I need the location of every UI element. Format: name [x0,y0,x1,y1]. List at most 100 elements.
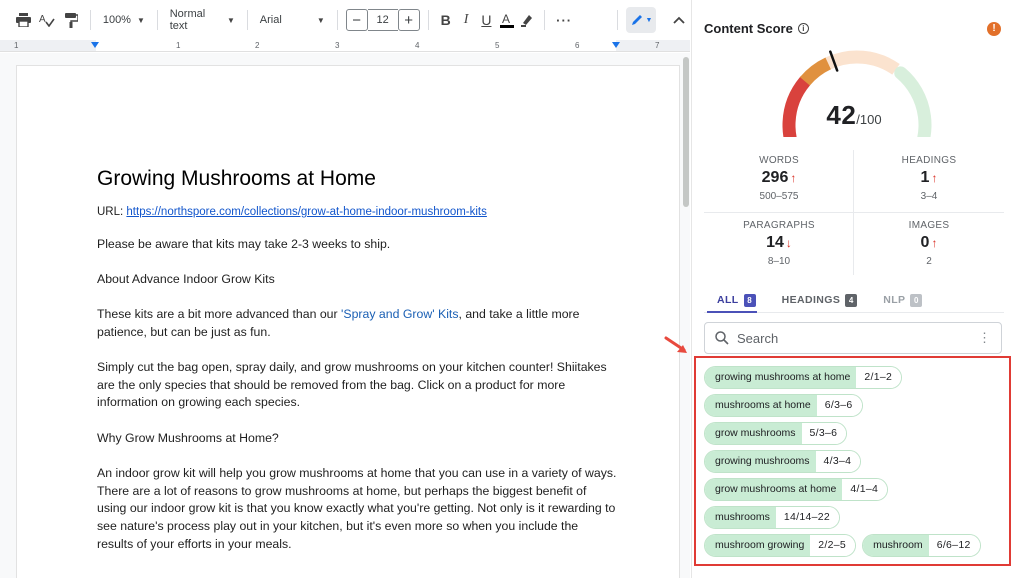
spellcheck-icon[interactable]: A [36,7,58,33]
toolbar-divider [156,10,158,30]
score-value: 42 [826,100,857,130]
keyword-count: 4/3–4 [815,451,861,472]
stat-value: 14 ↓ [704,234,854,252]
ruler-number: 5 [495,41,500,50]
stats-divider-horizontal [704,212,1004,213]
left-indent-marker[interactable] [91,42,99,48]
score-display: 42/100 [692,100,1016,131]
keyword-row: mushroom growing 2/2–5 mushroom 6/6–12 [704,534,1004,557]
keyword-chip[interactable]: mushrooms at home 6/3–6 [704,394,863,417]
editor-toolbar: A 100% ▼ Normal text ▼ Arial ▼ − 12 + B … [0,0,690,40]
toolbar-divider [336,10,338,30]
tab-label: ALL [717,294,739,306]
highlight-icon[interactable] [518,7,536,33]
tab-count: 0 [910,293,923,307]
stat-number: 0 [920,234,930,251]
underline-icon[interactable]: U [477,7,495,33]
tab-nlp[interactable]: NLP 0 [883,288,923,312]
stat-range: 2 [926,256,932,267]
stat-number: 296 [761,169,789,186]
font-size-decrease-button[interactable]: − [345,9,368,31]
keyword-chip[interactable]: mushrooms 14/14–22 [704,506,841,529]
keyword-chip[interactable]: grow mushrooms 5/3–6 [704,422,848,445]
stat-range: 8–10 [767,256,791,267]
text-color-icon[interactable]: A [498,7,516,33]
bold-icon[interactable]: B [437,7,455,33]
chevron-down-icon: ▼ [645,16,653,24]
keyword-count: 6/6–12 [928,535,980,556]
arrow-up-icon: ↑ [931,171,938,185]
keyword-term: mushrooms [705,507,776,528]
toolbar-divider [427,10,429,30]
style-select[interactable]: Normal text ▼ [166,7,239,33]
url-label: URL: [97,206,127,218]
keyword-chip[interactable]: mushroom growing 2/2–5 [704,534,857,557]
right-indent-marker[interactable] [612,42,620,48]
gauge-arc-orange [799,57,832,86]
style-value: Normal text [169,8,206,32]
keyword-chip[interactable]: grow mushrooms at home 4/1–4 [704,478,889,501]
toolbar-divider [617,10,618,30]
url-link[interactable]: https://northspore.com/collections/grow-… [126,206,486,218]
ruler-number: 3 [335,41,340,50]
stat-headings: HEADINGS 1 ↑ 3–4 [854,155,1004,202]
keyword-chip[interactable]: growing mushrooms 4/3–4 [704,450,862,473]
italic-icon[interactable]: I [457,7,475,33]
editing-mode-button[interactable]: ▼ [625,7,656,33]
arrow-down-icon: ↓ [785,236,792,250]
print-icon[interactable] [12,7,34,33]
collapse-toolbar-icon[interactable] [668,7,690,33]
svg-text:A: A [39,14,46,25]
scrollbar-thumb[interactable] [683,57,689,207]
font-size-control: − 12 + [345,9,420,31]
info-icon[interactable]: i [797,23,809,34]
search-input[interactable] [737,330,957,346]
ruler-number: 4 [415,41,420,50]
stat-label: IMAGES [908,220,950,231]
keyword-tabs: ALL 8 HEADINGS 4 NLP 0 [704,288,1004,312]
font-size-input[interactable]: 12 [367,9,398,31]
toolbar-divider [90,10,91,30]
stat-number: 1 [920,169,930,186]
tab-headings[interactable]: HEADINGS 4 [782,288,858,312]
keyword-row: grow mushrooms 5/3–6 [704,422,1004,445]
search-icon [715,331,729,345]
keyword-chip[interactable]: growing mushrooms at home 2/1–2 [704,366,903,389]
ruler-number: 6 [575,41,580,50]
spray-grow-link[interactable]: 'Spray and Grow' Kits [341,307,458,321]
paragraph-kits: These kits are a bit more advanced than … [97,306,617,341]
ruler-number: 1 [14,41,19,50]
paragraph-shipping: Please be aware that kits may take 2-3 w… [97,237,391,251]
chevron-down-icon: ▼ [316,15,325,25]
font-value: Arial [259,14,282,26]
paint-format-icon[interactable] [60,7,82,33]
toolbar-divider [544,10,546,30]
alert-icon[interactable]: ! [987,22,1001,36]
keyword-term: growing mushrooms at home [705,367,857,388]
kebab-menu-icon[interactable]: ⋮ [978,331,991,344]
paragraph-heading-kits: About Advance Indoor Grow Kits [97,272,275,286]
pencil-icon [631,15,642,25]
stat-label: WORDS [759,155,799,166]
font-size-increase-button[interactable]: + [397,9,420,31]
tab-all[interactable]: ALL 8 [717,288,756,312]
keyword-term: grow mushrooms at home [705,479,843,500]
keyword-list: growing mushrooms at home 2/1–2 mushrooms… [704,366,1004,562]
ruler-number: 2 [255,41,260,50]
keyword-term: grow mushrooms [705,423,802,444]
tab-count: 4 [845,293,858,307]
keyword-count: 2/1–2 [856,367,902,388]
keyword-term: mushroom growing [705,535,811,556]
more-options-icon[interactable]: ··· [553,7,575,33]
ruler[interactable]: 1 1 2 3 4 5 6 7 [0,40,690,52]
paragraph-benefits: An indoor grow kit will help you grow mu… [97,466,617,551]
keyword-chip[interactable]: mushroom 6/6–12 [862,534,981,557]
font-select[interactable]: Arial ▼ [256,7,329,33]
keyword-count: 4/1–4 [842,479,888,500]
zoom-select[interactable]: 100% ▼ [99,7,149,33]
chevron-down-icon: ▼ [136,15,145,25]
stat-value: 296 ↑ [704,169,854,187]
score-max: /100 [856,112,882,127]
stat-number: 14 [766,234,784,251]
paragraph-instructions: Simply cut the bag open, spray daily, an… [97,360,607,410]
